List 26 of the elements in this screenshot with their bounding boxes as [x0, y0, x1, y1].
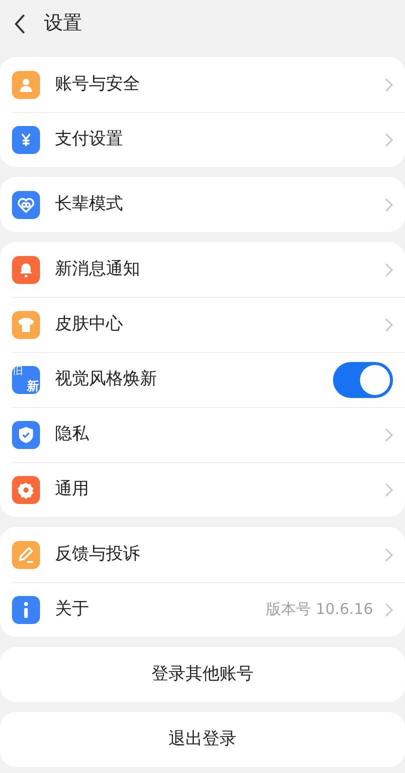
account-button[interactable]: 退出登录 [0, 712, 405, 767]
chevron-icon [385, 318, 393, 332]
account-button[interactable]: 登录其他账号 [0, 647, 405, 702]
setting-label[interactable]: 视觉风格焕新 [55, 366, 333, 392]
version-text: 版本号 10.6.16 [266, 599, 373, 620]
setting-label[interactable]: 隐私 [55, 422, 385, 448]
setting-label[interactable]: 反馈与投诉 [55, 542, 385, 568]
toggle-switch[interactable] [333, 362, 393, 398]
setting-label[interactable]: 长辈模式 [55, 192, 385, 218]
setting-label[interactable]: 皮肤中心 [55, 312, 385, 338]
chevron-icon [385, 78, 393, 92]
chevron-icon [385, 548, 393, 562]
chevron-icon [385, 198, 393, 212]
chevron-icon [385, 262, 393, 276]
setting-label[interactable]: 支付设置 [55, 126, 385, 152]
setting-label[interactable]: 通用 [55, 476, 385, 502]
setting-label[interactable]: 账号与安全 [55, 72, 385, 98]
chevron-icon [385, 132, 393, 146]
setting-label[interactable]: 关于 [55, 596, 266, 622]
chevron-icon [385, 602, 393, 616]
setting-label[interactable]: 新消息通知 [55, 256, 385, 282]
back-icon [14, 14, 26, 34]
page-title: 设置 [44, 11, 82, 36]
chevron-icon [385, 482, 393, 496]
chevron-icon [385, 428, 393, 442]
old-new-icon-text: 旧 新 [12, 366, 40, 394]
